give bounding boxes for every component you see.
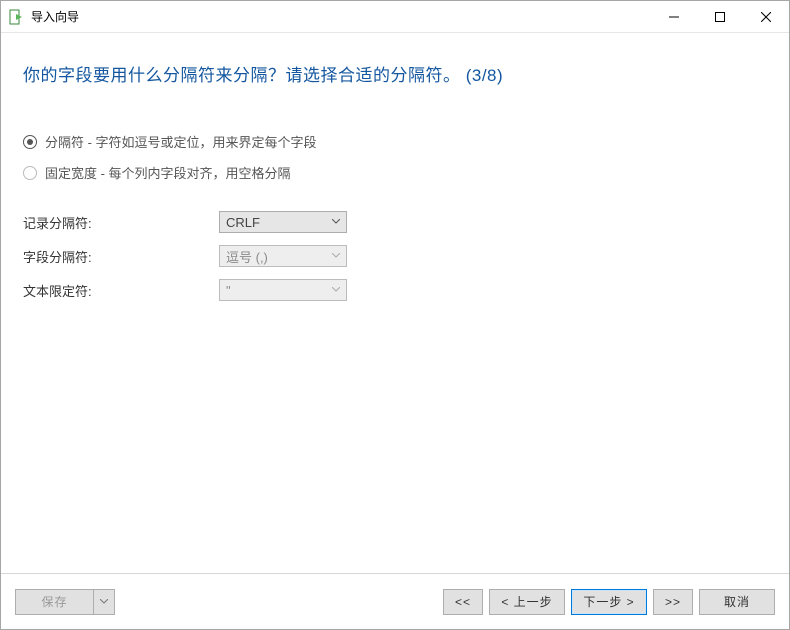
chevron-down-icon (100, 599, 108, 605)
titlebar: 导入向导 (1, 1, 789, 33)
field-separator-value: 逗号 (,) (226, 247, 268, 266)
save-button[interactable]: 保存 (15, 589, 93, 615)
chevron-down-icon (332, 253, 340, 259)
radio-fixed-width[interactable]: 固定宽度 - 每个列内字段对齐，用空格分隔 (23, 163, 767, 182)
back-button[interactable]: < 上一步 (489, 589, 565, 615)
next-button[interactable]: 下一步 > (571, 589, 647, 615)
delimiter-options: 记录分隔符: CRLF 字段分隔符: 逗号 (,) 文本限定 (23, 210, 767, 302)
field-separator-select[interactable]: 逗号 (,) (219, 245, 347, 267)
save-dropdown-button[interactable] (93, 589, 115, 615)
minimize-button[interactable] (651, 1, 697, 32)
last-page-button[interactable]: >> (653, 589, 693, 615)
radio-delimited[interactable]: 分隔符 - 字符如逗号或定位，用来界定每个字段 (23, 132, 767, 151)
first-page-button[interactable]: << (443, 589, 483, 615)
chevron-down-icon (332, 219, 340, 225)
radio-fixed-indicator (23, 166, 37, 180)
cancel-button[interactable]: 取消 (699, 589, 775, 615)
wizard-content: 你的字段要用什么分隔符来分隔？请选择合适的分隔符。 (3/8) 分隔符 - 字符… (1, 33, 789, 573)
app-icon (9, 9, 25, 25)
radio-delimited-indicator (23, 135, 37, 149)
page-heading: 你的字段要用什么分隔符来分隔？请选择合适的分隔符。 (3/8) (23, 61, 767, 86)
radio-delimited-label: 分隔符 - 字符如逗号或定位，用来界定每个字段 (45, 132, 317, 151)
text-qualifier-select[interactable]: " (219, 279, 347, 301)
record-separator-value: CRLF (226, 215, 260, 230)
wizard-footer: 保存 << < 上一步 下一步 > >> 取消 (1, 573, 789, 629)
import-wizard-window: 导入向导 你的字段要用什么分隔符来分隔？请选择合适的分隔符。 (3/8) 分隔符… (0, 0, 790, 630)
close-button[interactable] (743, 1, 789, 32)
window-title: 导入向导 (31, 8, 79, 25)
text-qualifier-value: " (226, 283, 231, 298)
radio-fixed-label: 固定宽度 - 每个列内字段对齐，用空格分隔 (45, 163, 291, 182)
chevron-down-icon (332, 287, 340, 293)
field-separator-label: 字段分隔符: (23, 247, 219, 266)
text-qualifier-label: 文本限定符: (23, 281, 219, 300)
record-separator-label: 记录分隔符: (23, 213, 219, 232)
maximize-button[interactable] (697, 1, 743, 32)
record-separator-select[interactable]: CRLF (219, 211, 347, 233)
